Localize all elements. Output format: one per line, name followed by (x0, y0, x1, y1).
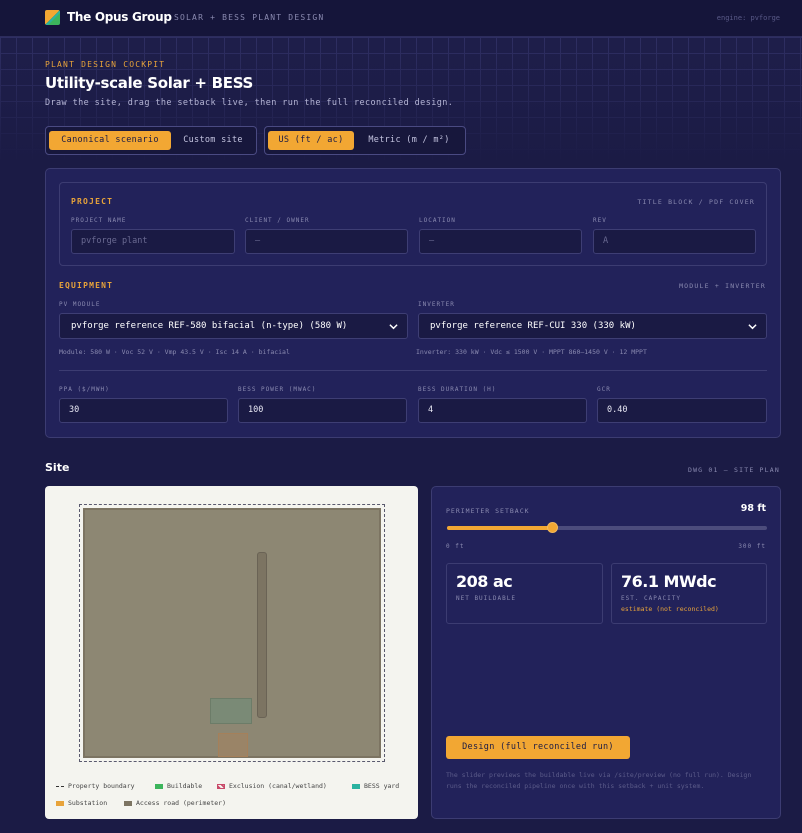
chevron-down-icon (748, 324, 757, 330)
legend-swatch (155, 783, 163, 789)
gcr-label: GCR (597, 386, 611, 393)
client-owner-label: CLIENT / OWNER (245, 217, 310, 224)
site-heading: Site (45, 461, 70, 474)
legend-access-road: Access road (perimeter) (124, 799, 226, 807)
project-heading: PROJECT (71, 197, 114, 206)
site-plan-map[interactable]: Property boundary Buildable Exclusion (c… (45, 486, 418, 819)
ppa-input[interactable]: 30 (59, 398, 228, 423)
net-buildable-stat: 208 ac NET BUILDABLE (446, 563, 603, 624)
setback-label: PERIMETER SETBACK (446, 507, 530, 515)
inverter-label: INVERTER (418, 301, 455, 308)
brand-name: The Opus Group (67, 10, 172, 24)
legend-swatch (56, 800, 64, 806)
net-buildable-caption: NET BUILDABLE (456, 595, 516, 602)
range-max-label: 300 ft (738, 543, 766, 550)
rev-label: REV (593, 217, 607, 224)
inverter-value: pvforge reference REF-CUI 330 (330 kW) (430, 321, 636, 331)
project-name-input[interactable]: pvforge plant (71, 229, 235, 254)
scenario-custom-option[interactable]: Custom site (173, 131, 253, 150)
location-label: LOCATION (419, 217, 456, 224)
footnote: The slider previews the buildable live v… (446, 771, 752, 790)
pv-module-select[interactable]: pvforge reference REF-580 bifacial (n-ty… (59, 313, 408, 339)
client-owner-input[interactable]: — (245, 229, 408, 254)
hero-eyebrow: PLANT DESIGN COCKPIT (45, 60, 166, 69)
setback-slider-fill (447, 526, 553, 530)
rev-input[interactable]: A (593, 229, 756, 254)
bess-duration-label: BESS DURATION (H) (418, 386, 497, 393)
app-subtitle: SOLAR + BESS PLANT DESIGN (174, 13, 325, 22)
drawing-label: DWG 01 — SITE PLAN (687, 466, 780, 474)
units-toggle: US (ft / ac) Metric (m / m²) (264, 126, 466, 155)
module-inverter-label: MODULE + INVERTER (679, 282, 766, 290)
setback-controls-card: PERIMETER SETBACK 98 ft 0 ft 300 ft 208 … (431, 486, 781, 819)
legend-swatch (217, 783, 225, 789)
location-input[interactable]: — (419, 229, 582, 254)
chevron-down-icon (389, 324, 398, 330)
equipment-heading: EQUIPMENT (59, 281, 114, 290)
engine-label: engine: pvforge (716, 14, 780, 22)
inverter-select[interactable]: pvforge reference REF-CUI 330 (330 kW) (418, 313, 767, 339)
capacity-value: 76.1 MWdc (621, 572, 717, 591)
design-inputs-panel: PROJECT TITLE BLOCK / PDF COVER PROJECT … (45, 168, 781, 438)
design-button[interactable]: Design (full reconciled run) (446, 736, 630, 759)
hero-lede: Draw the site, drag the setback live, th… (45, 98, 454, 108)
setback-slider-track[interactable] (447, 526, 767, 530)
access-road (257, 552, 267, 718)
units-metric-option[interactable]: Metric (m / m²) (357, 131, 461, 150)
capacity-caption: EST. CAPACITY (621, 595, 681, 602)
setback-value: 98 ft (740, 503, 766, 514)
section-divider (59, 370, 767, 371)
pv-module-value: pvforge reference REF-580 bifacial (n-ty… (71, 321, 348, 331)
legend-swatch (124, 800, 132, 806)
legend-buildable: Buildable (155, 782, 202, 790)
bess-yard (210, 698, 252, 724)
bess-power-input[interactable]: 100 (238, 398, 407, 423)
bess-power-label: BESS POWER (MWAC) (238, 386, 317, 393)
units-us-option[interactable]: US (ft / ac) (268, 131, 354, 150)
capacity-note: estimate (not reconciled) (621, 605, 719, 613)
substation (218, 733, 248, 757)
logo-icon (45, 10, 60, 25)
bess-duration-input[interactable]: 4 (418, 398, 587, 423)
capacity-stat: 76.1 MWdc EST. CAPACITY estimate (not re… (611, 563, 767, 624)
ppa-label: PPA ($/MWH) (59, 386, 110, 393)
project-section: PROJECT TITLE BLOCK / PDF COVER PROJECT … (59, 182, 767, 266)
title-block-label: TITLE BLOCK / PDF COVER (637, 198, 755, 206)
scenario-toggle: Canonical scenario Custom site (45, 126, 257, 155)
legend-bess-yard: BESS yard (352, 782, 399, 790)
pv-module-spec: Module: 580 W · Voc 52 V · Vmp 43.5 V · … (59, 348, 290, 356)
scenario-canonical-option[interactable]: Canonical scenario (49, 131, 171, 150)
project-name-label: PROJECT NAME (71, 217, 127, 224)
pv-module-label: PV MODULE (59, 301, 101, 308)
net-buildable-value: 208 ac (456, 572, 513, 591)
legend-property-boundary: Property boundary (56, 782, 135, 790)
range-min-label: 0 ft (446, 543, 465, 550)
legend-swatch (352, 783, 360, 789)
gcr-input[interactable]: 0.40 (597, 398, 767, 423)
top-bar: The Opus Group SOLAR + BESS PLANT DESIGN… (0, 0, 802, 37)
legend-swatch (56, 785, 64, 787)
setback-slider-thumb[interactable] (547, 522, 559, 533)
page-title: Utility-scale Solar + BESS (45, 74, 254, 92)
legend-substation: Substation (56, 799, 107, 807)
inverter-spec: Inverter: 330 kW · Vdc ≤ 1500 V · MPPT 8… (416, 348, 647, 356)
legend-exclusion: Exclusion (canal/wetland) (217, 782, 327, 790)
